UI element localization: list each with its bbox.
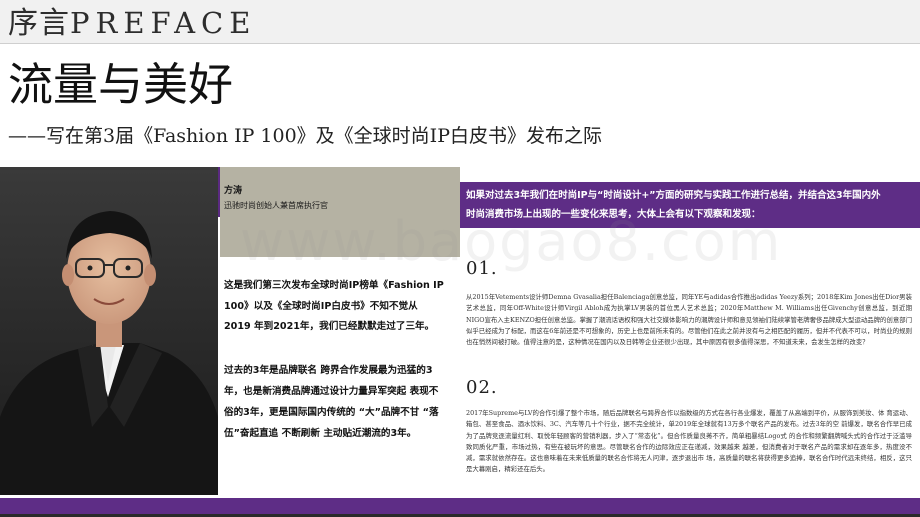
intro-line: 这是我们第三次发布全球时尚IP榜单《Fashion IP: [224, 280, 444, 291]
author-name: 方涛: [224, 186, 243, 196]
section-number-02: 02.: [466, 377, 498, 398]
intro-line: 伍”奋起直追 不断刷新 主动贴近潮流的3年。: [224, 428, 417, 439]
section-body-01: 从2015年Vetements设计师Demna Gvasalia担任Balenc…: [466, 293, 912, 347]
header-divider: [0, 43, 920, 44]
watermark: www.baogao8.com: [240, 210, 783, 273]
intro-line: 2019 年到2021年，我们已经默默走过了三年。: [224, 321, 435, 332]
preface-cn: 序言: [8, 6, 70, 41]
section-body-02: 2017年Supreme与LV的合作引爆了整个市场，随后品牌联名与跨界合作以指数…: [466, 409, 912, 474]
footer-bar: [0, 498, 920, 514]
question-line: 如果对过去3年我们在时尚IP与“时尚设计+”方面的研究与实践工作进行总结，并结合…: [466, 190, 881, 201]
intro-line: 俗的3年，更是国际国内传统的 “大”品牌不甘 “落: [224, 407, 439, 418]
intro-line: 100》以及《全球时尚IP白皮书》不知不觉从: [224, 300, 418, 312]
page-title: 流量与美好: [8, 58, 234, 111]
intro-line: 过去的3年是品牌联名 跨界合作发展最为迅猛的3: [224, 365, 433, 376]
preface-en: PREFACE: [70, 6, 257, 40]
preface-heading: 序言PREFACE: [8, 4, 256, 42]
intro-paragraph-1: 这是我们第三次发布全球时尚IP榜单《Fashion IP 100》以及《全球时尚…: [224, 276, 460, 338]
intro-paragraph-2: 过去的3年是品牌联名 跨界合作发展最为迅猛的3 年，也是新消费品牌通过设计力量异…: [224, 360, 460, 444]
author-portrait-illustration: [0, 167, 218, 495]
intro-line: 年，也是新消费品牌通过设计力量异军突起 表现不: [224, 386, 439, 397]
author-portrait: [0, 167, 218, 495]
page-subtitle: ——写在第3届《Fashion IP 100》及《全球时尚IP白皮书》发布之际: [8, 125, 602, 147]
